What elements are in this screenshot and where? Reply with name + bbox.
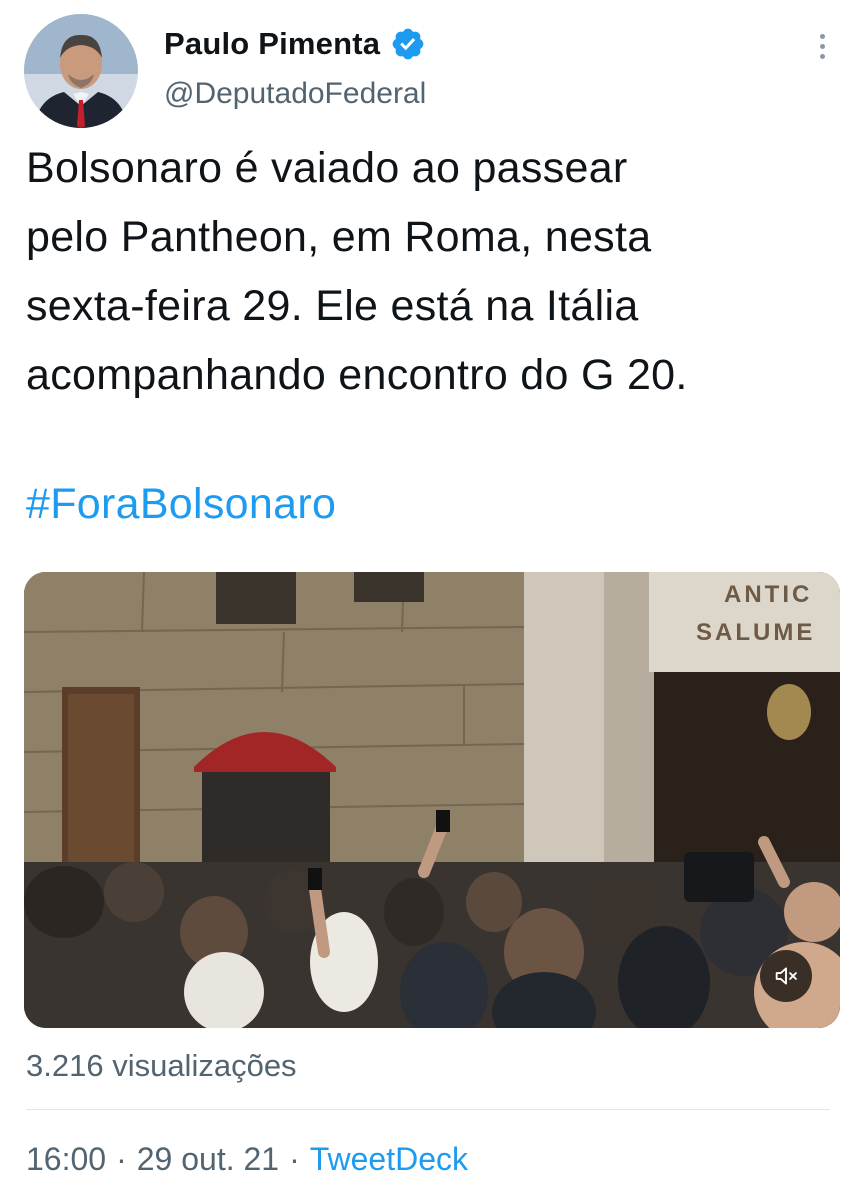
- hashtag-link[interactable]: #ForaBolsonaro: [26, 470, 336, 539]
- tweet-text: Bolsonaro é vaiado ao passear pelo Panth…: [26, 134, 846, 410]
- more-options-icon[interactable]: [808, 26, 836, 66]
- video-frame: ANTIC SALUME: [24, 572, 840, 1028]
- speaker-muted-icon: [775, 967, 797, 985]
- mute-toggle-button[interactable]: [760, 950, 812, 1002]
- author-name-row[interactable]: Paulo Pimenta: [164, 24, 426, 64]
- meta-separator: ·: [116, 1141, 127, 1177]
- verified-badge-icon: [392, 28, 424, 60]
- tweet-text-line: pelo Pantheon, em Roma, nesta: [26, 213, 652, 261]
- author-avatar[interactable]: [24, 14, 138, 128]
- avatar-photo: [24, 14, 138, 128]
- meta-separator: ·: [289, 1141, 300, 1177]
- author-handle[interactable]: @DeputadoFederal: [164, 77, 426, 111]
- tweet-meta: 16:00 · 29 out. 21 · TweetDeck: [26, 1138, 468, 1180]
- tweet-text-line: sexta-feira 29. Ele está na Itália: [26, 282, 639, 330]
- tweet-source-link[interactable]: TweetDeck: [310, 1138, 468, 1180]
- more-dot-icon: [819, 53, 825, 59]
- more-dot-icon: [819, 33, 825, 39]
- tweet-text-line: acompanhando encontro do G 20.: [26, 351, 688, 399]
- shop-sign-text: SALUME: [696, 619, 815, 646]
- tweet-time[interactable]: 16:00: [26, 1138, 106, 1180]
- view-count: 3.216 visualizações: [26, 1048, 297, 1083]
- divider: [26, 1109, 830, 1110]
- tweet-date[interactable]: 29 out. 21: [137, 1138, 279, 1180]
- author-display-name[interactable]: Paulo Pimenta: [164, 26, 380, 62]
- shop-sign-text: ANTIC: [724, 581, 812, 608]
- video-player[interactable]: ANTIC SALUME: [24, 572, 840, 1028]
- more-dot-icon: [819, 43, 825, 49]
- tweet-text-line: Bolsonaro é vaiado ao passear: [26, 144, 628, 192]
